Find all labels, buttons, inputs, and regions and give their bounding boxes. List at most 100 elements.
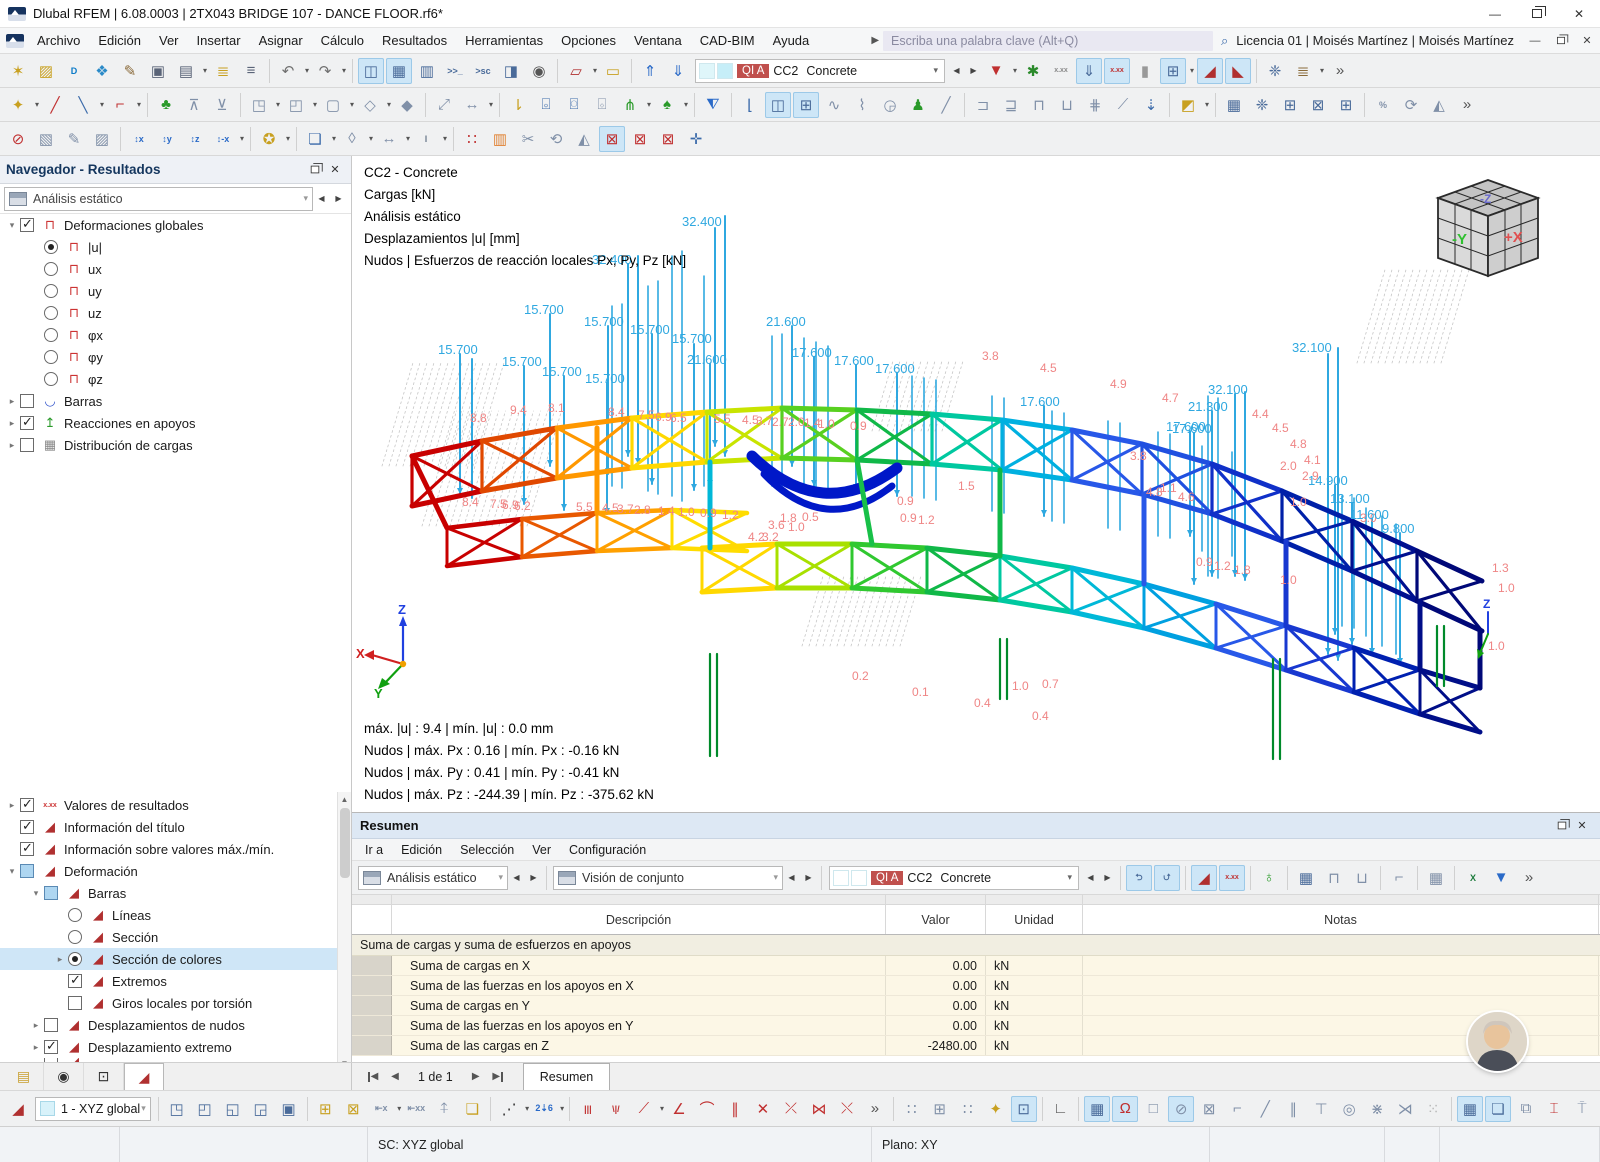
mdi-restore-button[interactable] (1548, 30, 1574, 52)
view-minus-x-icon[interactable]: ↕-x (210, 126, 236, 152)
sc-console-icon[interactable]: >sc (470, 58, 496, 84)
summary-menu-selecci-n[interactable]: Selección (451, 839, 523, 861)
scroll-thumb[interactable] (340, 808, 350, 878)
new-line-icon[interactable]: ╱ (42, 92, 68, 118)
column-header-unidad[interactable]: Unidad (986, 905, 1083, 934)
new-printout-icon[interactable]: ≣ (210, 58, 236, 84)
summary-next1[interactable]: ▶ (525, 867, 542, 889)
search-icon[interactable]: ⌕ (1221, 33, 1228, 49)
tree-radio[interactable] (44, 328, 58, 342)
redo-icon[interactable]: ↷ (312, 58, 338, 84)
scroll-up-icon[interactable]: ▲ (338, 792, 351, 806)
gen-1-icon[interactable]: ⊞ (312, 1096, 338, 1122)
menu-ventana[interactable]: Ventana (625, 28, 691, 54)
mdi-minimize-button[interactable]: — (1522, 30, 1548, 52)
column-header-notas[interactable]: Notas (1083, 905, 1599, 934)
user-avatar[interactable] (1468, 1012, 1527, 1071)
edit-vp-5-icon[interactable]: ▣ (276, 1096, 302, 1122)
expander-icon[interactable]: ▸ (52, 954, 68, 965)
tree-radio[interactable] (68, 952, 82, 966)
tree-item-uz[interactable]: ⊓ uz (0, 302, 351, 324)
tree-radio[interactable] (44, 284, 58, 298)
color-scale-icon[interactable]: ◩ (1175, 92, 1201, 118)
scroll-down-icon[interactable]: ▼ (338, 1056, 351, 1063)
rotate-icon[interactable]: ▢ (320, 92, 346, 118)
abacus-icon-dropdown[interactable]: ▾ (1318, 66, 1326, 75)
tree-item-desplazamiento-extremo[interactable]: ▸ ◢ Desplazamiento extremo (0, 1036, 351, 1058)
osnap-grid-icon[interactable]: ▦ (1084, 1095, 1111, 1122)
print-icon-dropdown[interactable]: ▾ (201, 66, 209, 75)
summary-next2[interactable]: ▶ (800, 867, 817, 889)
select-related-icon[interactable]: ⋔ (617, 92, 643, 118)
frame-window-icon[interactable]: ◫ (765, 91, 791, 118)
align-icon[interactable]: ↔ (459, 92, 485, 118)
summary-menu-configuraci-n[interactable]: Configuración (560, 839, 655, 861)
tables-toggle-icon[interactable]: ▦ (386, 57, 412, 84)
table-lock-icon[interactable]: ▦ (1456, 1095, 1483, 1122)
prev-loadcase-button[interactable]: ◀ (948, 60, 965, 82)
clip-x-icon[interactable]: ⊠ (599, 125, 625, 152)
tree-checkbox[interactable] (20, 216, 34, 232)
summary-tab[interactable]: Resumen (522, 1063, 611, 1090)
menu-insertar[interactable]: Insertar (188, 28, 250, 54)
result-grid-icon-dropdown[interactable]: ▾ (1188, 66, 1196, 75)
tree-radio[interactable] (68, 908, 82, 922)
dim-x-icon-dropdown[interactable]: ▾ (396, 1104, 402, 1113)
guide-object-icon[interactable]: ✱ (1020, 58, 1046, 84)
table-row[interactable]: Suma de cargas en X 0.00 kN (352, 956, 1600, 976)
dimension-icon-dropdown[interactable]: ▾ (404, 134, 412, 143)
loadcase-combo[interactable]: QI A CC2 Concrete ▾ (695, 58, 945, 83)
result-values-icon[interactable]: ◣ (1225, 57, 1251, 84)
summary-view-combo[interactable]: Visión de conjunto ▾ (553, 865, 783, 890)
snap-dots-icon[interactable]: ⁙ (1420, 1096, 1446, 1122)
save-icon[interactable]: ▣ (145, 58, 171, 84)
snap-par-icon[interactable]: ∥ (1280, 1096, 1306, 1122)
grid-d-icon[interactable]: ⊠ (1305, 92, 1331, 118)
tree-item--u-[interactable]: ⊓ |u| (0, 236, 351, 258)
edit-vp-1-icon[interactable]: ◳ (164, 1096, 190, 1122)
tree-item-informaci-n-del-t-tulo[interactable]: ◢ Información del título (0, 816, 351, 838)
view-box-icon[interactable]: ▧ (33, 126, 59, 152)
summary-loadcase-combo[interactable]: QI A CC2 Concrete ▾ (829, 865, 1079, 890)
snap-tan-icon[interactable]: ⊤ (1308, 1096, 1334, 1122)
assistant-icon[interactable]: ◉ (526, 58, 552, 84)
summary-menu-ver[interactable]: Ver (523, 839, 560, 861)
tree-item-reacciones-en-apoyos[interactable]: ▸ ↥ Reacciones en apoyos (0, 412, 351, 434)
grid-e-icon[interactable]: ⊞ (1333, 92, 1359, 118)
org-chart-icon[interactable]: ♁ (1256, 865, 1282, 891)
align-h-icon[interactable]: ⊐ (970, 92, 996, 118)
member-arc-icon[interactable]: ⌒ (694, 1096, 720, 1122)
tree-item-informaci-n-sobre-valores-m-x-[interactable]: ◢ Información sobre valores máx./mín. (0, 838, 351, 860)
plane-icon-dropdown[interactable]: ▾ (367, 134, 375, 143)
tree-checkbox[interactable] (68, 996, 82, 1010)
tree-item-extremos[interactable]: ◢ Extremos (0, 970, 351, 992)
tree-checkbox[interactable] (20, 394, 34, 408)
tree-radio[interactable] (44, 262, 58, 276)
table-row[interactable]: Suma de las fuerzas en los apoyos en X 0.… (352, 976, 1600, 996)
coordinate-system-combo[interactable]: 1 - XYZ global ▾ (35, 1096, 151, 1121)
table-plain-icon[interactable]: ▦ (1423, 865, 1449, 891)
diagram-frame-icon[interactable]: ⌊ (737, 92, 763, 118)
result-grid-icon[interactable]: ⊞ (1160, 57, 1186, 84)
align-v-icon[interactable]: ⊒ (998, 92, 1024, 118)
grid-a-icon[interactable]: ▦ (1221, 92, 1247, 118)
result-ramp-icon[interactable]: ◢ (1191, 864, 1217, 891)
plane-icon[interactable]: ◊ (339, 126, 365, 152)
edit-vp-3-icon[interactable]: ◱ (220, 1096, 246, 1122)
undo-icon[interactable]: ↶ (275, 58, 301, 84)
filter-cases-icon[interactable]: ▼ (983, 58, 1009, 84)
table-sub-icon[interactable]: ⊔ (1349, 865, 1375, 891)
rotate-view-icon[interactable]: ⟲ (543, 126, 569, 152)
table-row[interactable]: Suma de cargas en Y 0.00 kN (352, 996, 1600, 1016)
tree-checkbox[interactable] (44, 1038, 58, 1054)
gen-2-icon[interactable]: ⊠ (340, 1096, 366, 1122)
microscope-icon-dropdown[interactable]: ▾ (284, 134, 292, 143)
snap-guides-icon[interactable]: ✦ (983, 1096, 1009, 1122)
expander-icon[interactable]: ▾ (4, 220, 20, 231)
tree-checkbox[interactable] (20, 818, 34, 834)
navigator-float-button[interactable] (305, 160, 325, 180)
summary-next3[interactable]: ▶ (1099, 867, 1116, 889)
summary-analysis-combo[interactable]: Análisis estático ▾ (358, 865, 508, 890)
polyline-pts-icon-dropdown[interactable]: ▾ (524, 1104, 530, 1113)
refresh-icon[interactable]: ⟳ (1398, 92, 1424, 118)
